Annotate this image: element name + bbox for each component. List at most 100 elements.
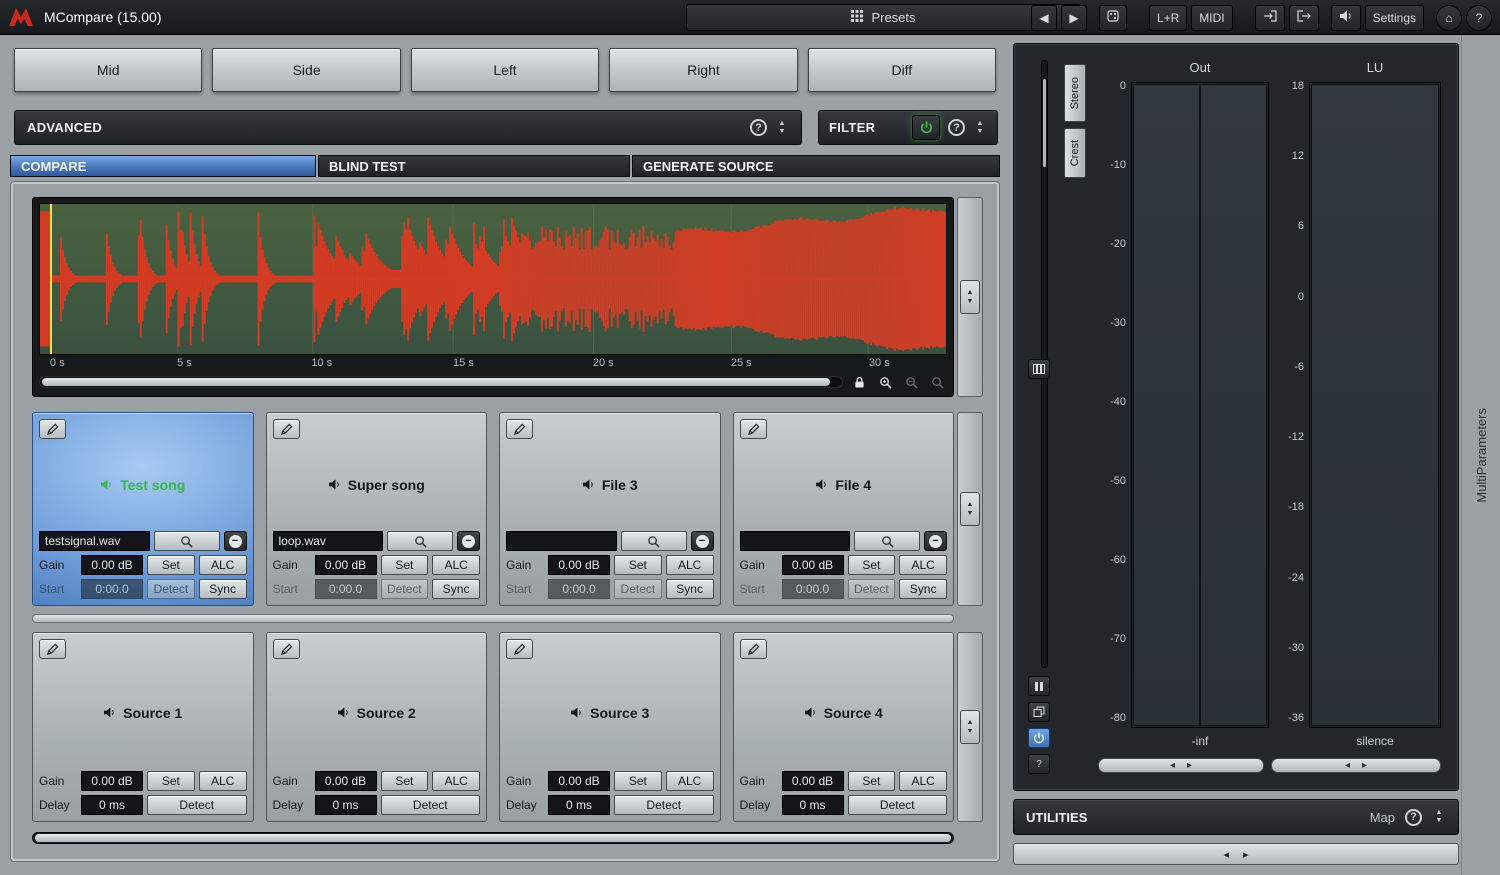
waveform-display[interactable] — [39, 203, 947, 355]
set-gain-button[interactable]: Set — [614, 771, 662, 791]
alc-button[interactable]: ALC — [432, 771, 480, 791]
panel-horizontal-scrollbar[interactable] — [32, 832, 954, 844]
detect-delay-button[interactable]: Detect — [381, 795, 481, 815]
export-settings-button[interactable] — [1289, 5, 1319, 31]
waveform-scrollbar[interactable] — [39, 376, 843, 388]
remove-file-button[interactable]: − — [691, 531, 714, 551]
presets-button[interactable]: Presets — [686, 4, 1081, 31]
resize-handle[interactable]: ▲▼ — [960, 492, 980, 526]
advanced-collapse-control[interactable]: ▲ ▼ — [775, 120, 789, 136]
sync-button[interactable]: Sync — [666, 579, 714, 599]
file-slot-4[interactable]: File 4 − Gain 0.00 dB Set ALC Start 0:00… — [733, 412, 955, 606]
lock-icon[interactable] — [849, 374, 869, 390]
set-gain-button[interactable]: Set — [848, 771, 896, 791]
gain-value[interactable]: 0.00 dB — [782, 771, 844, 791]
edit-name-button[interactable] — [506, 639, 533, 659]
randomize-button[interactable] — [1099, 5, 1127, 31]
edit-name-button[interactable] — [39, 419, 66, 439]
zoom-out-icon[interactable] — [901, 374, 921, 390]
delay-value[interactable]: 0 ms — [315, 795, 377, 815]
source-slot-2[interactable]: Source 2 Gain 0.00 dB Set ALC Delay 0 ms… — [266, 632, 488, 822]
meter-pause-button[interactable] — [1028, 676, 1050, 696]
file-name-input[interactable] — [740, 531, 851, 551]
set-gain-button[interactable]: Set — [614, 555, 662, 575]
resize-handle[interactable]: ▲▼ — [960, 280, 980, 314]
alc-button[interactable]: ALC — [899, 555, 947, 575]
set-gain-button[interactable]: Set — [147, 555, 195, 575]
filter-help-icon[interactable]: ? — [948, 119, 965, 136]
edit-name-button[interactable] — [740, 419, 767, 439]
set-gain-button[interactable]: Set — [848, 555, 896, 575]
source-row-height-control[interactable]: ▲▼ — [957, 632, 983, 822]
gain-value[interactable]: 0.00 dB — [782, 555, 844, 575]
channel-left-button[interactable]: Left — [411, 48, 599, 92]
delay-value[interactable]: 0 ms — [782, 795, 844, 815]
filter-collapse-control[interactable]: ▲ ▼ — [973, 120, 987, 136]
settings-button[interactable]: Settings — [1365, 5, 1424, 31]
remove-file-button[interactable]: − — [924, 531, 947, 551]
previous-preset-button[interactable]: ◀ — [1031, 5, 1057, 31]
start-value[interactable]: 0:00.0 — [315, 579, 377, 599]
remove-file-button[interactable]: − — [224, 531, 247, 551]
waveform-scroll-thumb[interactable] — [42, 378, 830, 386]
gain-value[interactable]: 0.00 dB — [315, 555, 377, 575]
set-gain-button[interactable]: Set — [381, 555, 429, 575]
channel-diff-button[interactable]: Diff — [808, 48, 996, 92]
edit-name-button[interactable] — [506, 419, 533, 439]
delay-value[interactable]: 0 ms — [548, 795, 610, 815]
panel-resize-bar[interactable]: ◂ ▸ — [1013, 843, 1459, 865]
sync-button[interactable]: Sync — [899, 579, 947, 599]
resize-handle[interactable]: ▲▼ — [960, 710, 980, 744]
home-button[interactable]: ⌂ — [1436, 5, 1462, 31]
start-value[interactable]: 0:00.0 — [548, 579, 610, 599]
filter-power-button[interactable] — [912, 115, 940, 140]
file-name-input[interactable] — [506, 531, 617, 551]
file-name-input[interactable]: loop.wav — [273, 531, 384, 551]
file-row-height-control[interactable]: ▲▼ — [957, 412, 983, 606]
sync-button[interactable]: Sync — [199, 579, 247, 599]
tab-blind-test[interactable]: BLIND TEST — [318, 155, 630, 177]
detect-delay-button[interactable]: Detect — [848, 795, 948, 815]
set-gain-button[interactable]: Set — [381, 771, 429, 791]
zoom-fit-icon[interactable] — [927, 374, 947, 390]
gain-value[interactable]: 0.00 dB — [548, 555, 610, 575]
browse-file-button[interactable] — [154, 531, 220, 551]
source-slot-4[interactable]: Source 4 Gain 0.00 dB Set ALC Delay 0 ms… — [733, 632, 955, 822]
edit-name-button[interactable] — [273, 419, 300, 439]
slider-thumb[interactable] — [1043, 79, 1046, 167]
detect-start-button[interactable]: Detect — [147, 579, 195, 599]
file-name-input[interactable]: testsignal.wav — [39, 531, 150, 551]
next-preset-button[interactable]: ▶ — [1061, 5, 1087, 31]
alc-button[interactable]: ALC — [666, 555, 714, 575]
detect-start-button[interactable]: Detect — [381, 579, 429, 599]
browse-file-button[interactable] — [854, 531, 920, 551]
detect-delay-button[interactable]: Detect — [614, 795, 714, 815]
remove-file-button[interactable]: − — [457, 531, 480, 551]
meter-popup-button[interactable] — [1028, 702, 1050, 722]
alc-button[interactable]: ALC — [666, 771, 714, 791]
utilities-collapse-control[interactable]: ▲ ▼ — [1432, 809, 1446, 825]
zoom-in-icon[interactable] — [875, 374, 895, 390]
channel-side-button[interactable]: Side — [212, 48, 400, 92]
alc-button[interactable]: ALC — [199, 771, 247, 791]
gain-value[interactable]: 0.00 dB — [315, 771, 377, 791]
browse-file-button[interactable] — [621, 531, 687, 551]
multiparameters-strip[interactable]: MultiParameters — [1461, 35, 1500, 875]
browse-file-button[interactable] — [387, 531, 453, 551]
file-slot-1[interactable]: Test song testsignal.wav − Gain 0.00 dB … — [32, 412, 254, 606]
audio-output-button[interactable] — [1331, 5, 1361, 31]
channel-mode-button[interactable]: L+R — [1149, 5, 1187, 31]
alc-button[interactable]: ALC — [899, 771, 947, 791]
advanced-help-icon[interactable]: ? — [750, 119, 767, 136]
advanced-bar[interactable]: ADVANCED ? ▲ ▼ — [14, 110, 802, 145]
file-slot-2[interactable]: Super song loop.wav − Gain 0.00 dB Set A… — [266, 412, 488, 606]
gain-value[interactable]: 0.00 dB — [548, 771, 610, 791]
alc-button[interactable]: ALC — [432, 555, 480, 575]
detect-start-button[interactable]: Detect — [614, 579, 662, 599]
channel-mid-button[interactable]: Mid — [14, 48, 202, 92]
edit-name-button[interactable] — [273, 639, 300, 659]
sync-button[interactable]: Sync — [432, 579, 480, 599]
start-value[interactable]: 0:00.0 — [81, 579, 143, 599]
channel-right-button[interactable]: Right — [609, 48, 797, 92]
utilities-help-icon[interactable]: ? — [1405, 809, 1422, 826]
